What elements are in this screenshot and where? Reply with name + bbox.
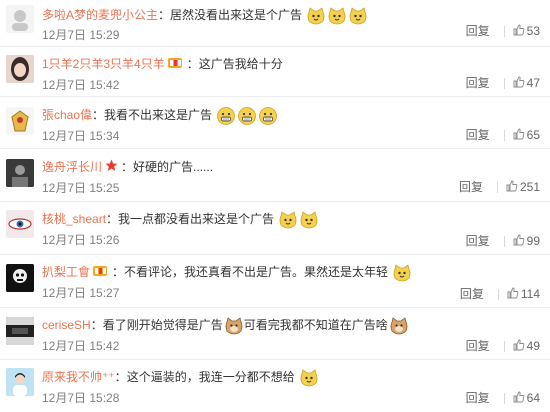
like-count: 64 bbox=[526, 391, 540, 405]
avatar[interactable] bbox=[6, 264, 34, 292]
comment-text-continued: 可看完我都不知道在广告啥 bbox=[243, 318, 388, 333]
like-count: 114 bbox=[520, 287, 540, 301]
grin-face-emoji bbox=[216, 106, 236, 126]
comment-row: 張chao偉：我看不出来这是广告 12月7日 15:34 回复 65 bbox=[0, 97, 550, 149]
comment-text: 不看评论，我还真看不出是广告。果然还是太年轻 bbox=[124, 265, 389, 280]
like-count: 53 bbox=[526, 24, 540, 38]
reply-button[interactable]: 回复 bbox=[466, 233, 490, 249]
comment-row: 扒梨工會 ：不看评论，我还真看不出是广告。果然还是太年轻 12月7日 15:27 … bbox=[0, 255, 550, 308]
brown-cat-emoji bbox=[224, 316, 244, 336]
thumbs-up-icon bbox=[513, 391, 525, 407]
comment-row: 原来我不帅⁺⁺：这个逼装的，我连一分都不想给 12月7日 15:28 回复 64 bbox=[0, 360, 550, 412]
like-button[interactable]: 114 bbox=[507, 286, 540, 303]
avatar[interactable] bbox=[6, 55, 34, 83]
vip-badge-icon bbox=[93, 264, 109, 282]
comment-row: 核桃_sheart：我一点都没看出来这是个广告 12月7日 15:26 回复 99 bbox=[0, 202, 550, 255]
comment-text: 居然没看出来这是个广告 bbox=[170, 8, 303, 23]
thumbs-up-icon bbox=[506, 180, 518, 196]
comment-text: 我一点都没看出来这是个广告 bbox=[118, 212, 275, 227]
avatar[interactable] bbox=[6, 210, 34, 238]
like-count: 251 bbox=[519, 180, 540, 194]
username-link[interactable]: ceriseSH bbox=[42, 318, 91, 332]
avatar[interactable] bbox=[6, 368, 34, 396]
yellow-cat-emoji bbox=[299, 368, 319, 388]
like-button[interactable]: 251 bbox=[506, 179, 540, 196]
reply-button[interactable]: 回复 bbox=[459, 179, 483, 195]
like-button[interactable]: 99 bbox=[513, 233, 540, 250]
grin-face-emoji bbox=[258, 106, 278, 126]
comment-row: 1只羊2只羊3只羊4只羊 ：这广告我给十分 12月7日 15:42 回复 47 bbox=[0, 47, 550, 97]
username-link[interactable]: 扒梨工會 bbox=[42, 265, 90, 279]
like-count: 99 bbox=[526, 234, 540, 248]
like-count: 49 bbox=[526, 339, 540, 353]
username-link[interactable]: 原来我不帅⁺⁺ bbox=[42, 370, 115, 384]
avatar[interactable] bbox=[6, 5, 34, 33]
thumbs-up-icon bbox=[513, 76, 525, 92]
yellow-cat-emoji bbox=[306, 6, 326, 26]
star-badge-icon bbox=[105, 159, 118, 177]
comment-time: 12月7日 15:27 bbox=[42, 286, 120, 300]
thumbs-up-icon bbox=[513, 24, 525, 40]
thumbs-up-icon bbox=[513, 339, 525, 355]
comment-time: 12月7日 15:29 bbox=[42, 28, 120, 42]
comment-text: 这广告我给十分 bbox=[198, 57, 283, 71]
reply-button[interactable]: 回复 bbox=[466, 390, 490, 406]
comment-time: 12月7日 15:42 bbox=[42, 78, 120, 92]
like-button[interactable]: 65 bbox=[513, 127, 540, 144]
like-count: 65 bbox=[526, 128, 540, 142]
reply-button[interactable]: 回复 bbox=[466, 338, 490, 354]
comment-row: ceriseSH：看了刚开始觉得是广告 可看完我都不知道在广告啥 12月7日 15… bbox=[0, 308, 550, 360]
avatar[interactable] bbox=[6, 107, 34, 135]
comment-row: 逸舟浮长川 ：好硬的广告...... 12月7日 15:25 回复 251 bbox=[0, 149, 550, 202]
username-link[interactable]: 多啦A梦的麦兜小公主 bbox=[42, 8, 158, 22]
brown-cat-emoji bbox=[389, 316, 409, 336]
reply-button[interactable]: 回复 bbox=[466, 127, 490, 143]
thumbs-up-icon bbox=[513, 234, 525, 250]
comment-row: 多啦A梦的麦兜小公主：居然没看出来这是个广告 12月7日 15:29 回复 53 bbox=[0, 0, 550, 47]
comment-text: 看了刚开始觉得是广告 bbox=[102, 318, 223, 333]
comment-time: 12月7日 15:26 bbox=[42, 233, 120, 247]
yellow-cat-emoji bbox=[299, 210, 319, 230]
username-link[interactable]: 1只羊2只羊3只羊4只羊 bbox=[42, 57, 165, 71]
thumbs-up-icon bbox=[507, 287, 519, 303]
vip-badge-icon bbox=[167, 56, 184, 74]
reply-button[interactable]: 回复 bbox=[466, 23, 490, 39]
comment-text: 好硬的广告...... bbox=[133, 160, 214, 174]
comment-time: 12月7日 15:42 bbox=[42, 339, 120, 353]
reply-button[interactable]: 回复 bbox=[466, 75, 490, 91]
comment-time: 12月7日 15:25 bbox=[42, 181, 120, 195]
avatar[interactable] bbox=[6, 317, 34, 345]
yellow-cat-emoji bbox=[348, 6, 368, 26]
like-button[interactable]: 53 bbox=[513, 23, 540, 40]
comment-time: 12月7日 15:28 bbox=[42, 391, 120, 405]
like-count: 47 bbox=[526, 76, 540, 90]
yellow-cat-emoji bbox=[278, 210, 298, 230]
thumbs-up-icon bbox=[513, 128, 525, 144]
avatar[interactable] bbox=[6, 159, 34, 187]
username-link[interactable]: 逸舟浮长川 bbox=[42, 160, 102, 174]
username-link[interactable]: 核桃_sheart bbox=[42, 212, 106, 226]
like-button[interactable]: 49 bbox=[513, 338, 540, 355]
comment-text: 这个逼装的，我连一分都不想给 bbox=[126, 370, 295, 385]
comment-time: 12月7日 15:34 bbox=[42, 129, 120, 143]
comment-text: 我看不出来这是广告 bbox=[104, 108, 213, 123]
grin-face-emoji bbox=[237, 106, 257, 126]
username-link[interactable]: 張chao偉 bbox=[42, 108, 92, 122]
like-button[interactable]: 47 bbox=[513, 75, 540, 92]
comment-list: 多啦A梦的麦兜小公主：居然没看出来这是个广告 12月7日 15:29 回复 53 … bbox=[0, 0, 550, 412]
reply-button[interactable]: 回复 bbox=[460, 286, 484, 302]
yellow-cat-emoji bbox=[392, 263, 412, 283]
yellow-cat-emoji bbox=[327, 6, 347, 26]
like-button[interactable]: 64 bbox=[513, 390, 540, 407]
